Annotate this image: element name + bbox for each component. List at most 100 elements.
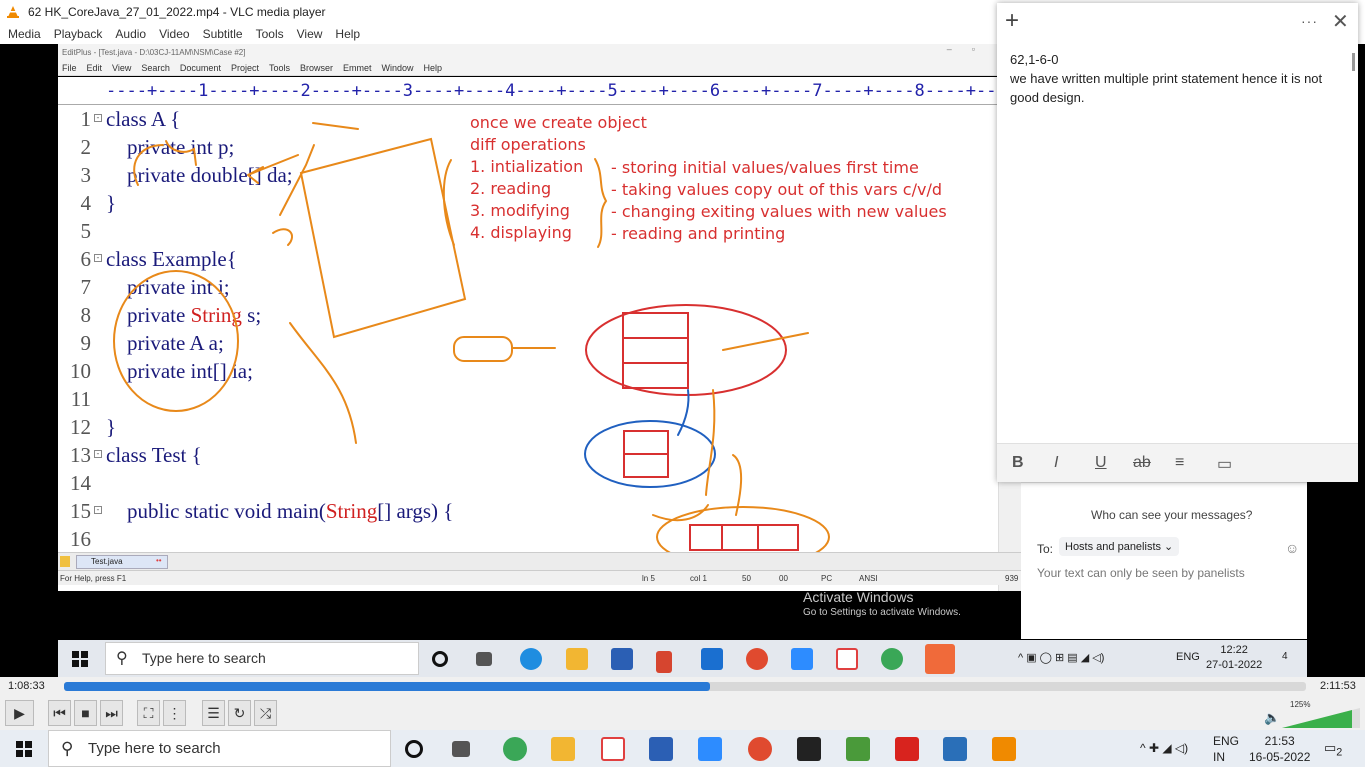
more-options-icon[interactable]: ···	[1301, 13, 1318, 29]
clock-date: 16-05-2022	[1249, 750, 1311, 764]
recorder-button[interactable]	[748, 737, 772, 761]
note-scrollbar[interactable]	[1352, 53, 1355, 71]
task-view-button[interactable]	[452, 741, 470, 757]
mail-icon	[701, 648, 723, 670]
language-indicator[interactable]: ENG IN	[1213, 733, 1239, 765]
ep-menu-project: Project	[230, 62, 259, 73]
notification-badge: 2	[1336, 746, 1343, 759]
stop-button[interactable]: ■	[74, 700, 97, 726]
notification-center-button[interactable]: ▭2	[1324, 740, 1342, 761]
folder-icon	[60, 556, 70, 567]
status-pc: PC	[821, 574, 833, 583]
close-icon[interactable]: ✕	[1332, 9, 1349, 34]
loop-button[interactable]: ↻	[228, 700, 251, 726]
annotation-stroke	[289, 322, 357, 444]
menu-subtitle[interactable]: Subtitle	[203, 27, 248, 41]
menu-playback[interactable]: Playback	[54, 27, 108, 41]
code-editor: 1- class A { 2 private int p; 3 private d…	[58, 105, 998, 618]
player-controls: ▶ ⏮ ■ ⏭ ⛶ ⋮ ☰ ↻ ⤮ 🔈 125%	[0, 697, 1365, 730]
annotation-stroke	[312, 122, 359, 130]
menu-view[interactable]: View	[297, 27, 328, 41]
gift-icon	[656, 651, 672, 673]
annotation-stroke	[722, 332, 809, 351]
vlc-cone-icon	[7, 6, 19, 18]
window-title: 62 HK_CoreJava_27_01_2022.mp4 - VLC medi…	[28, 5, 326, 19]
status-field: 00	[779, 574, 788, 583]
total-time: 2:11:53	[1320, 680, 1356, 692]
bold-button[interactable]: B	[1012, 454, 1024, 472]
annotation-arrow	[677, 389, 690, 436]
ep-menu-browser: Browser	[299, 62, 333, 73]
chart-app-button[interactable]	[846, 737, 870, 761]
menu-tools[interactable]: Tools	[256, 27, 289, 41]
status-field: 50	[742, 574, 751, 583]
pen-annotations	[113, 122, 830, 568]
clock-date: 27-01-2022	[1206, 659, 1263, 671]
note-line-2: we have written multiple print statement…	[1010, 71, 1323, 105]
play-button[interactable]: ▶	[5, 700, 34, 726]
window-controls: –▫	[946, 44, 995, 54]
recorded-taskbar: ⚲ Type here to search ^ ▣ ◯ ⊞ ▤ ◢ ◁) ENG …	[58, 640, 1307, 677]
to-label: To:	[1037, 542, 1054, 556]
menu-help[interactable]: Help	[335, 27, 365, 41]
speaker-icon: 🔈	[1264, 710, 1281, 725]
extended-settings-button[interactable]: ⋮	[163, 700, 186, 726]
menu-audio[interactable]: Audio	[115, 27, 151, 41]
editplus-title: EditPlus - [Test.java - D:\03CJ-11AM\NSM…	[62, 47, 246, 57]
seek-slider[interactable]	[64, 682, 1306, 691]
tray-icons: ^ ▣ ◯ ⊞ ▤ ◢ ◁)	[1018, 652, 1105, 664]
playlist-button[interactable]: ☰	[202, 700, 225, 726]
editplus-tab-bar: Test.java ••	[58, 552, 1021, 570]
chrome-icon	[881, 648, 903, 670]
strikethrough-button[interactable]: ab	[1133, 454, 1151, 472]
screen: 62 HK_CoreJava_27_01_2022.mp4 - VLC medi…	[0, 0, 1365, 767]
new-note-button[interactable]: +	[1005, 7, 1019, 35]
cortana-button[interactable]	[405, 740, 423, 758]
recipient-label: Hosts and panelists	[1065, 541, 1161, 553]
video-frame[interactable]: EditPlus - [Test.java - D:\03CJ-11AM\NSM…	[58, 44, 1021, 640]
taskbar-search-box[interactable]: ⚲ Type here to search	[48, 730, 391, 767]
emoji-icon: ☺	[1285, 540, 1300, 556]
recipient-dropdown: Hosts and panelists ⌄	[1059, 537, 1180, 556]
photos-button[interactable]	[943, 737, 967, 761]
volume-control[interactable]: 🔈 125%	[1264, 700, 1360, 728]
ep-menu-tools: Tools	[268, 62, 290, 73]
note-body[interactable]: 62,1-6-0 we have written multiple print …	[1010, 50, 1340, 107]
italic-button[interactable]: I	[1054, 454, 1058, 472]
pdf-reader-button[interactable]	[895, 737, 919, 761]
shuffle-button[interactable]: ⤮	[254, 700, 277, 726]
menu-media[interactable]: Media	[8, 27, 46, 41]
screen-recorder-icon	[925, 644, 955, 674]
sticky-note[interactable]: + ··· ✕ 62,1-6-0 we have written multipl…	[997, 3, 1358, 482]
sticky-notes-button[interactable]	[797, 737, 821, 761]
bullet-list-button[interactable]: ≡	[1175, 454, 1184, 472]
taskbar-clock[interactable]: 21:53 16-05-2022	[1249, 733, 1310, 765]
language-indicator: ENG	[1176, 651, 1200, 663]
start-button[interactable]	[16, 741, 32, 757]
annotation-circle	[113, 270, 239, 412]
tray-icons[interactable]: ^ ✚ ◢ ◁)	[1140, 740, 1188, 756]
notification-badge: 4	[1282, 651, 1288, 662]
next-button[interactable]: ⏭	[100, 700, 123, 726]
previous-button[interactable]: ⏮	[48, 700, 71, 726]
ep-menu-window: Window	[381, 62, 414, 73]
fullscreen-button[interactable]: ⛶	[137, 700, 160, 726]
store-button[interactable]	[649, 737, 673, 761]
menu-video[interactable]: Video	[159, 27, 194, 41]
column-ruler: ----+----1----+----2----+----3----+----4…	[58, 77, 1021, 105]
task-view-icon	[476, 652, 492, 666]
annotation-stroke	[652, 504, 709, 522]
file-explorer-button[interactable]	[551, 737, 575, 761]
array-fields	[623, 430, 669, 478]
snipping-tool-button[interactable]	[601, 737, 625, 761]
ep-menu-file: File	[62, 62, 77, 73]
recorded-clock: 12:22 27-01-2022	[1206, 643, 1262, 673]
chrome-app-button[interactable]	[503, 737, 527, 761]
volume-slider[interactable]	[1282, 708, 1360, 728]
store-icon	[611, 648, 633, 670]
underline-button[interactable]: U	[1095, 454, 1107, 472]
image-button[interactable]: ▭	[1217, 454, 1232, 474]
vlc-app-button[interactable]	[992, 737, 1016, 761]
zoom-app-button[interactable]	[698, 737, 722, 761]
status-help: For Help, press F1	[60, 574, 127, 583]
